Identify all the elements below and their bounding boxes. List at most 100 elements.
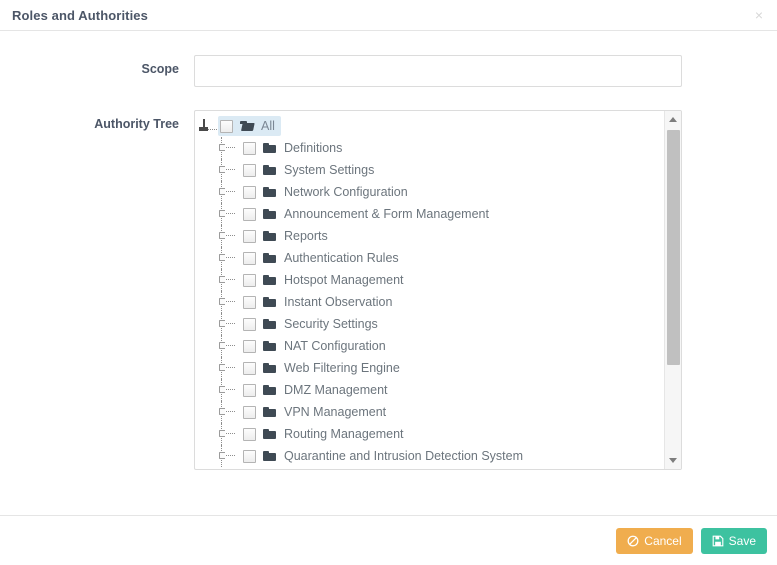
folder-icon — [263, 142, 277, 154]
tree-node[interactable]: Announcement & Form Management — [195, 203, 664, 225]
floppy-disk-icon — [712, 535, 724, 547]
tree-node[interactable]: Definitions — [195, 137, 664, 159]
folder-icon — [263, 340, 277, 352]
tree-node-checkbox[interactable] — [243, 449, 256, 463]
tree-node[interactable]: VPN Management — [195, 401, 664, 423]
tree-scrollbar[interactable] — [664, 111, 681, 469]
tree-node[interactable]: NAT Configuration — [195, 335, 664, 357]
scrollbar-thumb[interactable] — [667, 130, 680, 365]
authority-tree-panel: All Definitions System Settings Network Co… — [194, 110, 682, 470]
tree-node-root[interactable]: All — [195, 115, 664, 137]
close-icon[interactable]: × — [751, 7, 767, 23]
tree-node-checkbox[interactable] — [243, 229, 256, 243]
folder-icon — [263, 252, 277, 264]
tree-connector-icon — [219, 291, 241, 313]
tree-node-checkbox[interactable] — [243, 427, 256, 441]
cancel-button-label: Cancel — [644, 533, 682, 548]
authority-tree-form-row: Authority Tree All Definitions System Se… — [0, 110, 777, 470]
tree-connector-icon — [219, 335, 241, 357]
tree-node-checkbox[interactable] — [243, 317, 256, 331]
tree-connector-icon — [219, 379, 241, 401]
tree-node-hit-area[interactable]: Authentication Rules — [241, 248, 405, 268]
cancel-button[interactable]: Cancel — [616, 527, 693, 554]
tree-node-checkbox[interactable] — [243, 339, 256, 353]
folder-open-icon — [240, 120, 255, 132]
modal-footer: Cancel Save — [0, 515, 777, 565]
tree-node-label: Hotspot Management — [284, 273, 404, 287]
tree-node-checkbox[interactable] — [243, 361, 256, 375]
tree-node[interactable]: Instant Observation — [195, 291, 664, 313]
scope-input[interactable] — [194, 55, 682, 87]
tree-node-hit-area[interactable]: DMZ Management — [241, 380, 394, 400]
tree-node-label: Authentication Rules — [284, 251, 399, 265]
folder-icon — [263, 318, 277, 330]
tree-node[interactable]: Authentication Rules — [195, 247, 664, 269]
folder-icon — [263, 208, 277, 220]
tree-node-checkbox[interactable] — [243, 383, 256, 397]
tree-node-label: DMZ Management — [284, 383, 388, 397]
tree-node[interactable]: Routing Management — [195, 423, 664, 445]
tree-node-hit-area[interactable]: VPN Management — [241, 402, 392, 422]
tree-node-label: Routing Management — [284, 427, 404, 441]
tree-root-hit-area[interactable]: All — [218, 116, 281, 136]
roles-and-authorities-modal: Roles and Authorities × Scope Authority … — [0, 0, 777, 565]
tree-node-label: VPN Management — [284, 405, 387, 419]
tree-node-hit-area[interactable]: NAT Configuration — [241, 336, 392, 356]
tree-node-checkbox[interactable] — [243, 207, 256, 221]
tree-node-label: Reports — [284, 229, 328, 243]
tree-node-checkbox[interactable] — [243, 251, 256, 265]
caret-down-icon[interactable] — [665, 452, 681, 469]
tree-node-checkbox[interactable] — [243, 295, 256, 309]
tree-root-checkbox[interactable] — [220, 119, 233, 133]
tree-connector-icon — [219, 181, 241, 203]
tree-node[interactable]: Reports — [195, 225, 664, 247]
authority-tree-label: Authority Tree — [94, 117, 179, 131]
tree-node-hit-area[interactable]: Hotspot Management — [241, 270, 410, 290]
tree-node-hit-area[interactable]: Quarantine and Intrusion Detection Syste… — [241, 446, 529, 466]
tree-node[interactable]: Security Settings — [195, 313, 664, 335]
tree-node[interactable]: Quarantine and Intrusion Detection Syste… — [195, 445, 664, 467]
tree-node-hit-area[interactable]: Reports — [241, 226, 334, 246]
tree-node-hit-area[interactable]: Web Filtering Engine — [241, 358, 406, 378]
tree-node[interactable]: DMZ Management — [195, 379, 664, 401]
tree-node-hit-area[interactable]: Security Settings — [241, 314, 384, 334]
tree-node-hit-area[interactable]: Definitions — [241, 138, 348, 158]
tree-node[interactable]: Web Filtering Engine — [195, 357, 664, 379]
tree-node-checkbox[interactable] — [243, 141, 256, 155]
tree-node[interactable]: Hotspot Management — [195, 269, 664, 291]
tree-connector-icon — [219, 313, 241, 335]
save-button[interactable]: Save — [700, 527, 767, 554]
scope-input-wrap — [194, 55, 777, 87]
folder-icon — [263, 186, 277, 198]
tree-node[interactable]: Network Configuration — [195, 181, 664, 203]
tree-node-hit-area[interactable]: Routing Management — [241, 424, 410, 444]
folder-icon — [263, 362, 277, 374]
tree-node-hit-area[interactable]: System Settings — [241, 160, 380, 180]
tree-root-label: All — [261, 119, 275, 133]
folder-icon — [263, 406, 277, 418]
tree-node-checkbox[interactable] — [243, 405, 256, 419]
folder-icon — [263, 384, 277, 396]
tree-root-connector-icon — [199, 118, 217, 134]
ban-icon — [627, 535, 639, 547]
tree-node-hit-area[interactable]: Network Configuration — [241, 182, 414, 202]
tree-node-checkbox[interactable] — [243, 185, 256, 199]
tree-node-label: Announcement & Form Management — [284, 207, 489, 221]
tree-connector-icon — [219, 269, 241, 291]
tree-node-hit-area[interactable]: Instant Observation — [241, 292, 398, 312]
tree-node-label: NAT Configuration — [284, 339, 386, 353]
tree-connector-icon — [219, 401, 241, 423]
folder-icon — [263, 428, 277, 440]
tree-node-hit-area[interactable]: Announcement & Form Management — [241, 204, 495, 224]
authority-tree-scroll-area: All Definitions System Settings Network Co… — [195, 111, 664, 469]
tree-node-checkbox[interactable] — [243, 273, 256, 287]
folder-icon — [263, 230, 277, 242]
tree-node[interactable]: System Settings — [195, 159, 664, 181]
tree-connector-icon — [219, 137, 241, 159]
tree-node-label: Security Settings — [284, 317, 378, 331]
authority-tree-wrap: All Definitions System Settings Network Co… — [194, 110, 777, 470]
modal-body: Scope Authority Tree All Definitions Sys… — [0, 31, 777, 515]
tree-node-checkbox[interactable] — [243, 163, 256, 177]
tree-connector-icon — [219, 225, 241, 247]
caret-up-icon[interactable] — [665, 111, 681, 128]
